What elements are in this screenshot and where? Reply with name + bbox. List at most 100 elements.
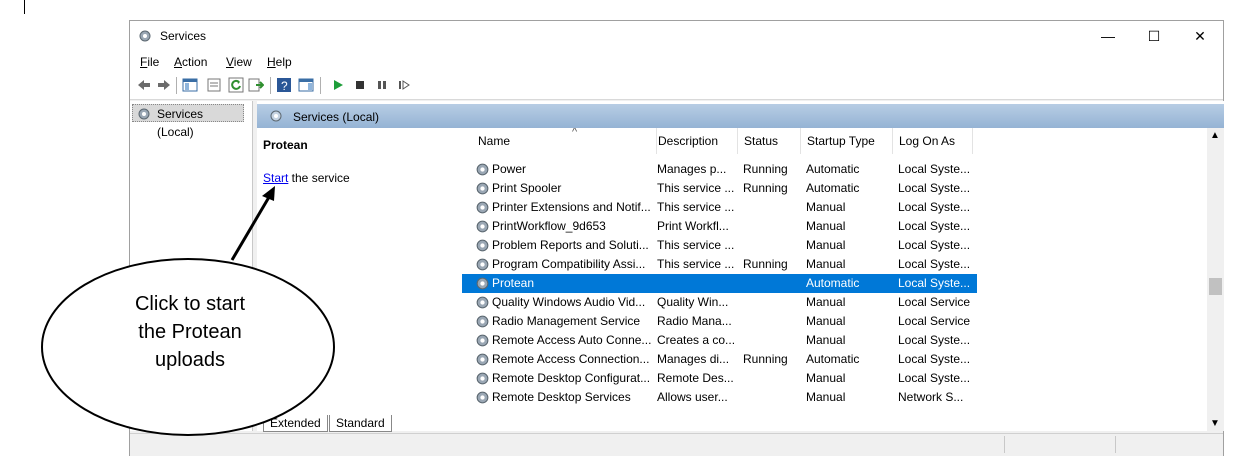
service-row[interactable]: Remote Access Auto Conne... Creates a co.… — [462, 331, 977, 350]
service-description: This service ... — [657, 181, 735, 195]
service-row[interactable]: PrintWorkflow_9d653 Print Workfl... Manual… — [462, 217, 977, 236]
service-gear-icon — [476, 163, 489, 176]
column-header-status[interactable]: Status — [738, 128, 801, 154]
menu-help[interactable]: Help — [267, 55, 292, 69]
service-row[interactable]: Program Compatibility Assi... This servic… — [462, 255, 977, 274]
service-name: Power — [492, 162, 527, 176]
service-name: Program Compatibility Assi... — [492, 257, 646, 271]
service-startup-type: Manual — [806, 333, 846, 347]
tree-item-services-local[interactable]: Services (Local) — [132, 104, 244, 139]
services-list: ^ Name Description Status Startup Type L… — [462, 128, 1224, 431]
tab-standard[interactable]: Standard — [329, 415, 392, 432]
service-gear-icon — [476, 315, 489, 328]
pause-service-icon[interactable] — [374, 77, 390, 93]
start-service-icon[interactable] — [330, 77, 346, 93]
help-icon[interactable]: ? — [276, 77, 292, 93]
show-hide-console-tree-icon[interactable] — [182, 77, 198, 93]
service-name: Printer Extensions and Notif... — [492, 200, 651, 214]
service-startup-type: Manual — [806, 371, 846, 385]
extended-description-panel: Protean Start the service — [257, 128, 462, 431]
console-tree: Services (Local) — [130, 101, 253, 431]
service-log-on-as: Local Service — [898, 314, 971, 328]
service-status: Running — [743, 352, 788, 366]
service-row[interactable]: Quality Windows Audio Vid... Quality Win.… — [462, 293, 977, 312]
service-row[interactable]: Radio Management Service Radio Mana... Man… — [462, 312, 977, 331]
service-name: Radio Management Service — [492, 314, 641, 328]
scroll-down-icon[interactable]: ▼ — [1210, 418, 1220, 429]
service-gear-icon — [476, 353, 489, 366]
status-bar-divider — [1115, 436, 1117, 453]
sort-ascending-icon: ^ — [572, 128, 578, 138]
service-row[interactable]: Protean Automatic Local Syste... — [462, 274, 977, 293]
service-name: Print Spooler — [492, 181, 562, 195]
service-gear-icon — [476, 220, 489, 233]
scroll-thumb[interactable] — [1209, 278, 1222, 295]
tree-item-label: Services (Local) — [157, 107, 204, 139]
service-log-on-as: Local Syste... — [898, 219, 971, 233]
callout-text: Click to start the Protean uploads — [90, 290, 290, 374]
service-row[interactable]: Remote Access Connection... Manages di...… — [462, 350, 977, 369]
service-log-on-as: Local Syste... — [898, 371, 971, 385]
service-startup-type: Manual — [806, 219, 846, 233]
start-service-line: Start the service — [263, 171, 350, 185]
service-name: Remote Desktop Services — [492, 390, 631, 404]
service-name: Remote Access Auto Conne... — [492, 333, 652, 347]
status-bar — [130, 433, 1223, 456]
service-row[interactable]: Print Spooler This service ... Running Auto… — [462, 179, 977, 198]
service-log-on-as: Local Syste... — [898, 352, 971, 366]
service-row[interactable]: Power Manages p... Running Automatic Local S… — [462, 160, 977, 179]
restart-service-icon[interactable] — [396, 77, 412, 93]
service-gear-icon — [476, 372, 489, 385]
refresh-icon[interactable] — [228, 77, 244, 93]
service-startup-type: Automatic — [806, 276, 860, 290]
column-header-description[interactable]: Description — [652, 128, 738, 154]
menu-file[interactable]: File — [140, 55, 159, 69]
service-description: Quality Win... — [657, 295, 729, 309]
service-row[interactable]: Printer Extensions and Notif... This serv… — [462, 198, 977, 217]
column-header-name[interactable]: ^ Name — [472, 128, 657, 154]
services-gear-icon — [139, 30, 151, 42]
service-row[interactable]: Remote Desktop Configurat... Remote Des..… — [462, 369, 977, 388]
service-name: Quality Windows Audio Vid... — [492, 295, 646, 309]
service-description: Creates a co... — [657, 333, 736, 347]
properties-sheet-icon[interactable] — [206, 77, 222, 93]
stop-service-icon[interactable] — [352, 77, 368, 93]
callout-line-1: Click to start — [134, 293, 246, 315]
selected-service-name: Protean — [263, 138, 308, 152]
scroll-up-icon[interactable]: ▲ — [1210, 130, 1220, 141]
service-row[interactable]: Remote Desktop Services Allows user... Man… — [462, 388, 977, 407]
export-list-icon[interactable] — [248, 77, 264, 93]
service-description: Print Workfl... — [657, 219, 729, 233]
back-arrow-icon[interactable] — [136, 77, 152, 93]
maximize-button[interactable]: ☐ — [1131, 21, 1177, 51]
service-gear-icon — [476, 277, 489, 290]
tab-extended[interactable]: Extended — [263, 415, 328, 432]
service-description: Radio Mana... — [657, 314, 732, 328]
column-header-startup-type[interactable]: Startup Type — [801, 128, 893, 154]
service-startup-type: Automatic — [806, 162, 860, 176]
service-log-on-as: Local Syste... — [898, 276, 971, 290]
forward-arrow-icon[interactable] — [156, 77, 172, 93]
text-cursor — [24, 0, 25, 14]
services-pane: Services (Local) Protean Start the servi… — [257, 101, 1224, 431]
menu-view[interactable]: View — [226, 55, 252, 69]
service-description: Allows user... — [657, 390, 728, 404]
vertical-scrollbar[interactable]: ▲ ▼ — [1207, 128, 1224, 431]
service-startup-type: Manual — [806, 257, 846, 271]
svg-text:?: ? — [281, 79, 288, 93]
close-button[interactable]: ✕ — [1177, 21, 1223, 51]
service-gear-icon — [476, 296, 489, 309]
service-description: Remote Des... — [657, 371, 734, 385]
service-name: PrintWorkflow_9d653 — [492, 219, 606, 233]
show-action-pane-icon[interactable] — [298, 77, 314, 93]
start-service-link[interactable]: Start — [263, 171, 288, 185]
service-row[interactable]: Problem Reports and Soluti... This servic… — [462, 236, 977, 255]
service-log-on-as: Local Syste... — [898, 162, 971, 176]
menu-action[interactable]: Action — [174, 55, 207, 69]
status-bar-divider — [1004, 436, 1006, 453]
column-header-log-on-as[interactable]: Log On As — [893, 128, 973, 154]
service-description: Manages di... — [657, 352, 730, 366]
minimize-button[interactable]: — — [1085, 21, 1131, 51]
title-bar: Services — ☐ ✕ — [130, 21, 1223, 51]
service-log-on-as: Local Syste... — [898, 181, 971, 195]
